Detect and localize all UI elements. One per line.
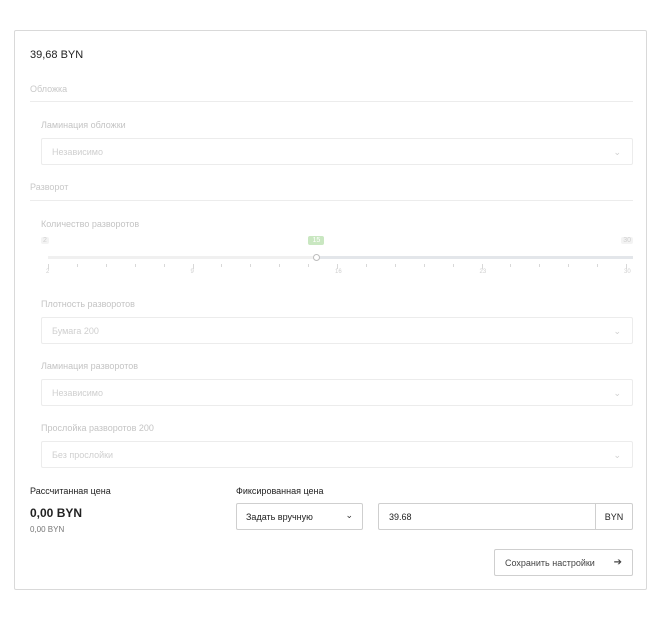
slider-handle[interactable]	[312, 254, 320, 261]
slider-tick-label: 23	[479, 269, 487, 275]
fixed-price-input[interactable]: 39.68	[378, 503, 596, 530]
chevron-down-icon: ⌄	[613, 388, 621, 398]
settings-card: 39,68 BYN Обложка Ламинация обложки Неза…	[14, 30, 647, 590]
fixed-price-input-value: 39.68	[389, 511, 412, 522]
cover-divider	[30, 101, 633, 102]
spread-interlayer-select[interactable]: Без прослойки ⌄	[41, 441, 633, 468]
slider-tick	[394, 264, 396, 267]
chevron-down-icon: ⌄	[613, 326, 621, 336]
arrow-right-icon: ➔	[613, 557, 622, 568]
slider-ticks: 2 9 16 23 30	[46, 264, 631, 276]
slider-tick	[163, 264, 165, 267]
slider-tick-label: 9	[190, 269, 194, 275]
slider-min-label: 2	[41, 237, 49, 244]
chevron-down-icon: ⌄	[345, 510, 353, 520]
spread-section-title: Разворот	[30, 182, 69, 192]
fixed-price-mode-value: Задать вручную	[246, 511, 313, 522]
slider-tick	[597, 264, 599, 267]
slider-tick	[365, 264, 367, 267]
header-price: 39,68 BYN	[30, 49, 84, 61]
spread-interlayer-label: Прослойка разворотов 200	[41, 423, 154, 433]
cover-lamination-value: Независимо	[52, 146, 103, 157]
chevron-down-icon: ⌄	[613, 450, 621, 460]
slider-current-label: 15	[308, 236, 325, 245]
slider-track[interactable]	[316, 256, 633, 259]
slider-tick	[105, 264, 107, 267]
slider-tick-label: 2	[46, 269, 50, 275]
spread-density-label: Плотность разворотов	[41, 299, 135, 309]
slider-tick	[221, 264, 223, 267]
slider-tick	[452, 264, 454, 267]
fixed-price-label: Фиксированная цена	[236, 486, 324, 496]
spread-interlayer-value: Без прослойки	[52, 449, 114, 460]
chevron-down-icon: ⌄	[613, 147, 621, 157]
slider-tick	[539, 264, 541, 267]
spread-density-select[interactable]: Бумага 200 ⌄	[41, 317, 633, 344]
slider-tick	[76, 264, 78, 267]
currency-label: BYN	[604, 511, 624, 522]
currency-addon: BYN	[595, 503, 633, 530]
spread-density-value: Бумага 200	[52, 325, 99, 336]
slider-tick-label: 16	[335, 269, 342, 275]
cover-section-title: Обложка	[30, 84, 68, 94]
calculated-price-value: 0,00 BYN	[30, 506, 83, 520]
spread-lamination-value: Независимо	[52, 387, 103, 398]
save-settings-label: Сохранить настройки	[505, 557, 595, 568]
spread-divider	[30, 200, 633, 201]
cover-lamination-label: Ламинация обложки	[41, 120, 126, 130]
save-settings-button[interactable]: Сохранить настройки ➔	[494, 549, 633, 576]
calculated-price-subvalue: 0,00 BYN	[30, 525, 65, 534]
slider-tick	[250, 264, 252, 267]
slider-tick	[308, 264, 310, 267]
spread-count-slider[interactable]: 2 30 15 2 9 16 23 30	[41, 235, 633, 275]
slider-tick	[423, 264, 425, 267]
slider-tick	[134, 264, 136, 267]
slider-max-label: 30	[621, 237, 633, 244]
calculated-price-label: Рассчитанная цена	[30, 486, 111, 496]
spread-count-label: Количество разворотов	[41, 219, 140, 229]
spread-lamination-select[interactable]: Независимо ⌄	[41, 379, 633, 406]
slider-track-filled	[48, 256, 317, 259]
slider-tick	[510, 264, 512, 267]
slider-tick-label: 30	[624, 269, 631, 275]
cover-lamination-select[interactable]: Независимо ⌄	[41, 138, 633, 165]
slider-tick	[279, 264, 281, 267]
fixed-price-mode-select[interactable]: Задать вручную ⌄	[236, 503, 363, 530]
spread-lamination-label: Ламинация разворотов	[41, 361, 139, 371]
slider-tick	[568, 264, 570, 267]
